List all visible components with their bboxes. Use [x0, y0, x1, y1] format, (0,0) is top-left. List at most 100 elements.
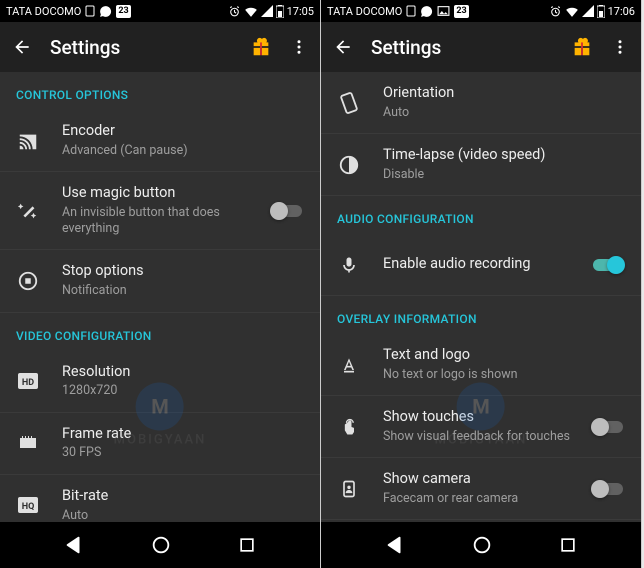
nav-bar [0, 522, 320, 568]
svg-text:HQ: HQ [22, 502, 35, 512]
battery-icon [276, 5, 284, 18]
row-sub: An invisible button that does everything [62, 205, 250, 238]
row-title: Frame rate [62, 425, 304, 444]
row-sub: Notification [62, 283, 304, 299]
signal-icon [582, 5, 594, 17]
row-sub: 1280x720 [62, 383, 304, 399]
screenshot-left: TATA DOCOMO 23 17:05 [0, 0, 321, 568]
screenshot-right: TATA DOCOMO 23 17 [321, 0, 642, 568]
row-title: Encoder [62, 122, 304, 141]
camera-switch[interactable] [591, 480, 625, 498]
cast-icon [14, 130, 42, 152]
touches-switch[interactable] [591, 418, 625, 436]
nav-recent-icon[interactable] [237, 535, 257, 555]
hd-icon: HD [14, 373, 42, 389]
row-orientation[interactable]: Orientation Auto [321, 72, 641, 134]
image-icon [437, 5, 450, 17]
date-badge: 23 [454, 5, 468, 18]
row-sub: Facecam or rear camera [383, 491, 571, 507]
settings-list: Orientation Auto Time-lapse (video speed… [321, 72, 641, 522]
page-title: Settings [371, 36, 553, 59]
row-magic-button[interactable]: Use magic button An invisible button tha… [0, 172, 320, 250]
rotate-icon [335, 92, 363, 114]
status-bar: TATA DOCOMO 23 17 [321, 0, 641, 22]
app-bar: Settings [321, 22, 641, 72]
row-sub: Disable [383, 167, 625, 183]
section-control-options: CONTROL OPTIONS [0, 72, 320, 110]
row-sub: Advanced (Can pause) [62, 143, 304, 159]
film-icon [14, 433, 42, 453]
row-title: Show camera [383, 470, 571, 489]
svg-text:HD: HD [22, 378, 34, 388]
nav-back-icon[interactable] [63, 534, 85, 556]
status-bar: TATA DOCOMO 23 17:05 [0, 0, 320, 22]
row-show-camera[interactable]: Show camera Facecam or rear camera [321, 458, 641, 520]
whatsapp-icon [99, 5, 112, 18]
battery-icon [597, 5, 605, 18]
magic-wand-icon [14, 200, 42, 222]
nav-recent-icon[interactable] [558, 535, 578, 555]
row-sub: Auto [383, 105, 625, 121]
row-title: Time-lapse (video speed) [383, 146, 625, 165]
back-icon[interactable] [12, 37, 32, 57]
row-text-logo[interactable]: Text and logo No text or logo is shown [321, 334, 641, 396]
nav-home-icon[interactable] [150, 534, 172, 556]
settings-list: CONTROL OPTIONS Encoder Advanced (Can pa… [0, 72, 320, 522]
carrier-label: TATA DOCOMO [327, 5, 402, 18]
wifi-icon [565, 5, 579, 17]
row-encoder[interactable]: Encoder Advanced (Can pause) [0, 110, 320, 172]
row-sub: Show visual feedback for touches [383, 429, 571, 445]
magic-button-switch[interactable] [270, 202, 304, 220]
text-icon [335, 355, 363, 375]
alarm-icon [549, 5, 562, 18]
page-title: Settings [50, 36, 232, 59]
gift-icon[interactable] [571, 36, 593, 58]
row-title: Use magic button [62, 184, 250, 203]
row-title: Resolution [62, 363, 304, 382]
nav-back-icon[interactable] [384, 534, 406, 556]
sim-icon [406, 5, 416, 17]
nav-bar [321, 522, 641, 568]
row-title: Enable audio recording [383, 255, 571, 274]
alarm-icon [228, 5, 241, 18]
row-sub: Auto [62, 508, 304, 522]
row-sub: No text or logo is shown [383, 367, 625, 383]
section-video-config: VIDEO CONFIGURATION [0, 313, 320, 351]
row-title: Stop options [62, 262, 304, 281]
gift-icon[interactable] [250, 36, 272, 58]
row-title: Text and logo [383, 346, 625, 365]
back-icon[interactable] [333, 37, 353, 57]
touch-icon [335, 416, 363, 438]
row-resolution[interactable]: HD Resolution 1280x720 [0, 351, 320, 413]
carrier-label: TATA DOCOMO [6, 5, 81, 18]
stop-icon [14, 270, 42, 292]
timelapse-icon [335, 154, 363, 176]
section-audio-config: AUDIO CONFIGURATION [321, 196, 641, 234]
row-stop-options[interactable]: Stop options Notification [0, 250, 320, 312]
quality-icon: HQ [14, 497, 42, 513]
row-frame-rate[interactable]: Frame rate 30 FPS [0, 413, 320, 475]
facecam-icon [335, 478, 363, 500]
audio-switch[interactable] [591, 256, 625, 274]
section-overlay-info: OVERLAY INFORMATION [321, 296, 641, 334]
row-show-touches[interactable]: Show touches Show visual feedback for to… [321, 396, 641, 458]
app-bar: Settings [0, 22, 320, 72]
date-badge: 23 [116, 5, 130, 18]
nav-home-icon[interactable] [471, 534, 493, 556]
row-sub: 30 FPS [62, 445, 304, 461]
row-audio-recording[interactable]: Enable audio recording [321, 234, 641, 296]
row-bitrate[interactable]: HQ Bit-rate Auto [0, 475, 320, 522]
row-timelapse[interactable]: Time-lapse (video speed) Disable [321, 134, 641, 196]
mic-icon [335, 254, 363, 276]
overflow-menu-icon[interactable] [611, 38, 629, 56]
whatsapp-icon [420, 5, 433, 18]
clock-label: 17:05 [287, 5, 314, 18]
signal-icon [261, 5, 273, 17]
sim-icon [85, 5, 95, 17]
clock-label: 17:06 [608, 5, 635, 18]
overflow-menu-icon[interactable] [290, 38, 308, 56]
wifi-icon [244, 5, 258, 17]
row-title: Show touches [383, 408, 571, 427]
row-title: Bit-rate [62, 487, 304, 506]
row-title: Orientation [383, 84, 625, 103]
